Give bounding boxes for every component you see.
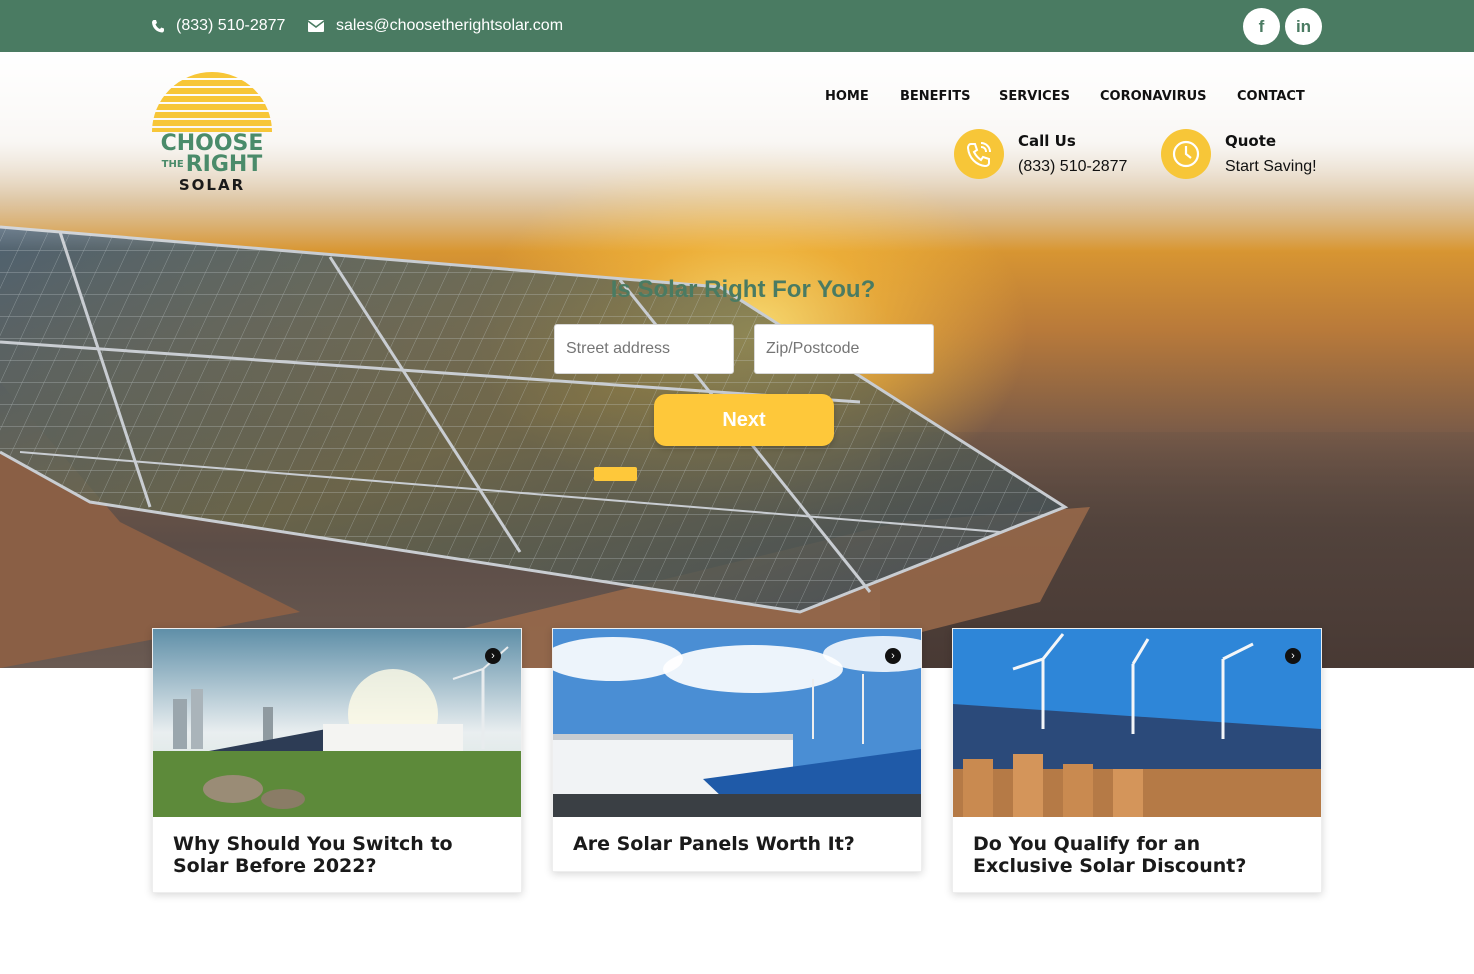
form-progress-bar [594,467,637,481]
site-logo[interactable]: CHOOSE THERIGHT SOLAR [152,72,272,194]
sun-logo-icon [152,72,272,132]
logo-the: THE [161,159,184,170]
topbar-email[interactable]: sales@choosetherightsolar.com [308,0,563,52]
topbar-phone-text: (833) 510-2877 [176,17,286,34]
zip-postcode-input[interactable] [754,324,934,374]
call-us-number: (833) 510-2877 [1018,158,1128,175]
topbar-phone[interactable]: (833) 510-2877 [152,0,285,52]
nav-benefits[interactable]: BENEFITS [900,89,971,107]
nav-services[interactable]: SERVICES [999,89,1070,107]
logo-right: RIGHT [185,152,263,177]
clock-icon [1161,129,1211,179]
quote-text: Start Saving! [1225,158,1317,175]
card-title: Are Solar Panels Worth It? [573,833,855,855]
arrow-right-icon[interactable]: › [485,648,501,664]
call-us-cta[interactable]: Call Us (833) 510-2877 [954,128,1127,180]
next-button[interactable]: Next [654,394,834,446]
logo-line-solar: SOLAR [178,176,246,194]
card-image-coins-wind [953,629,1321,817]
nav-contact[interactable]: CONTACT [1237,89,1305,107]
envelope-icon [308,20,324,32]
card-image-energy-storage [553,629,921,817]
topbar-email-text: sales@choosetherightsolar.com [336,17,564,34]
linkedin-icon[interactable]: in [1285,8,1322,45]
nav-home[interactable]: HOME [825,89,869,107]
card-title: Why Should You Switch to Solar Before 20… [173,833,453,877]
top-contact-bar: (833) 510-2877 sales@choosetherightsolar… [0,0,1474,52]
call-us-title: Call Us [1018,132,1076,150]
quote-title: Quote [1225,132,1277,150]
phone-icon [954,129,1004,179]
article-card[interactable]: Are Solar Panels Worth It? › [552,628,922,872]
facebook-icon[interactable]: f [1243,8,1280,45]
street-address-input[interactable] [554,324,734,374]
article-card[interactable]: Why Should You Switch to Solar Before 20… [152,628,522,893]
quote-cta[interactable]: Quote Start Saving! [1161,128,1317,180]
arrow-right-icon[interactable]: › [885,648,901,664]
arrow-right-icon[interactable]: › [1285,648,1301,664]
logo-line-right: THERIGHT [152,154,272,176]
solar-form-title: Is Solar Right For You? [610,276,876,303]
card-title: Do You Qualify for an Exclusive Solar Di… [973,833,1247,877]
nav-coronavirus[interactable]: CORONAVIRUS [1100,89,1207,107]
article-card[interactable]: Do You Qualify for an Exclusive Solar Di… [952,628,1322,893]
phone-icon [152,19,164,32]
card-image-wind-farm [153,629,521,817]
